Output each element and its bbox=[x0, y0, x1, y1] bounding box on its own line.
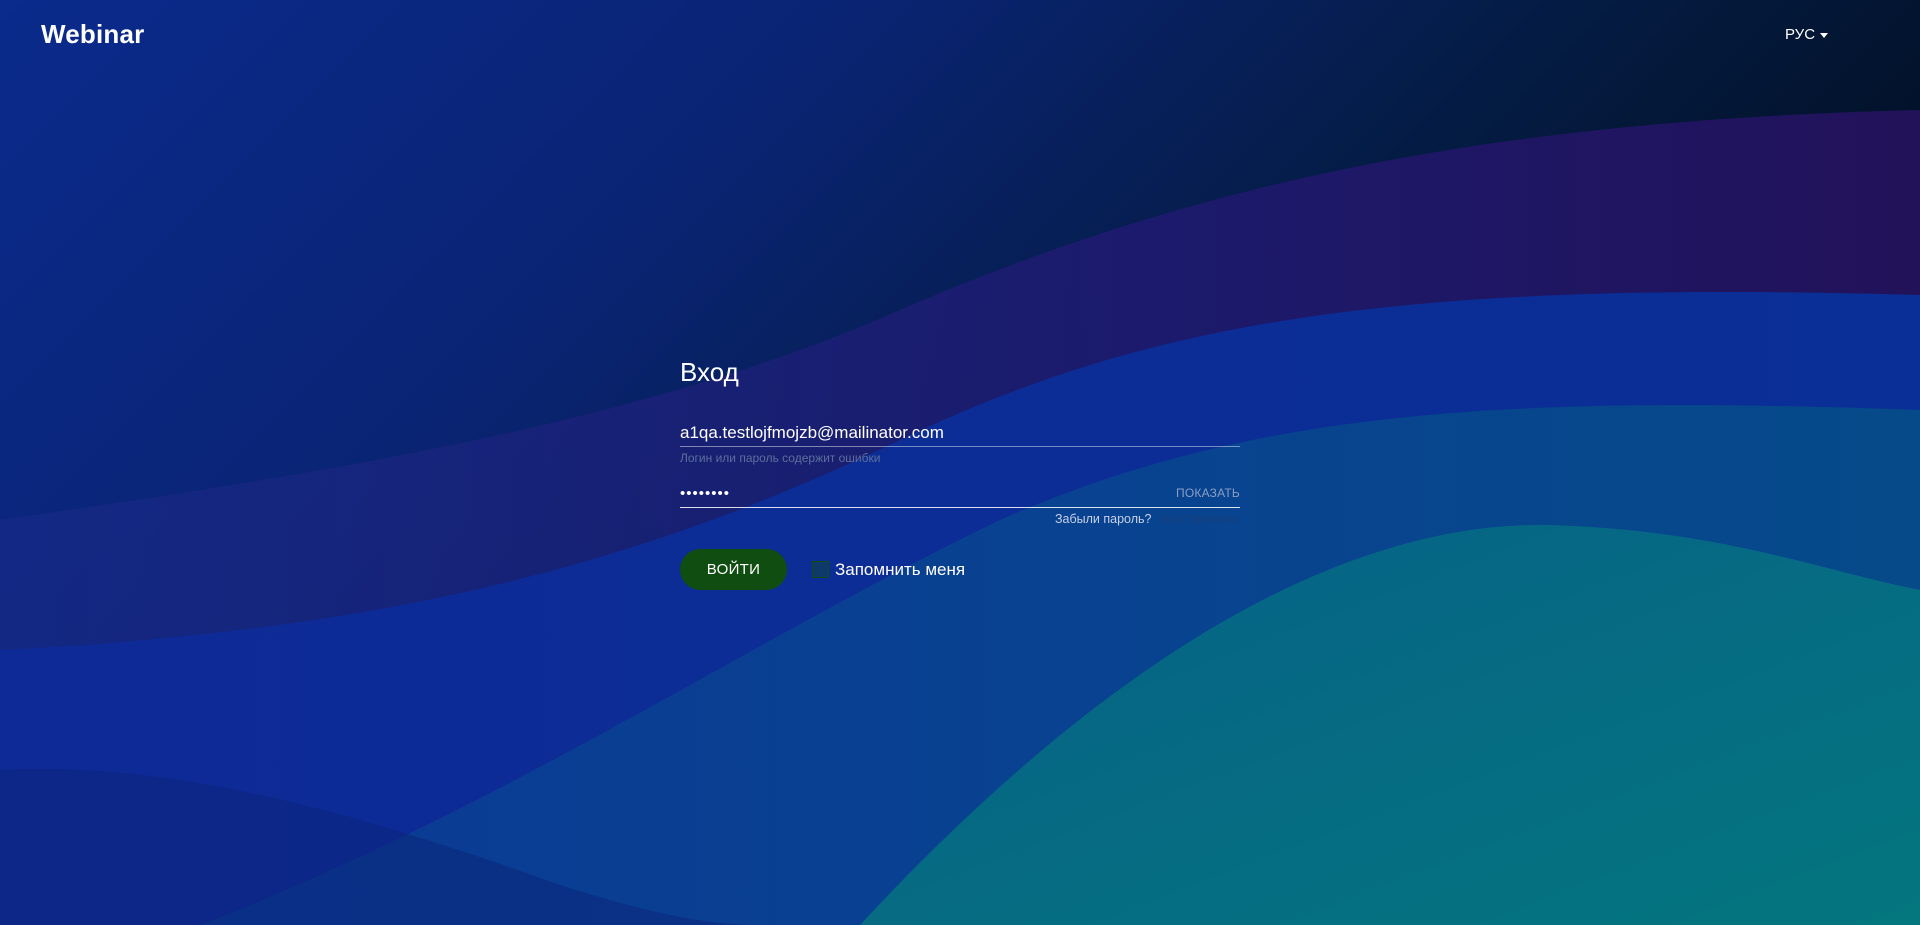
login-button[interactable]: ВОЙТИ bbox=[680, 549, 787, 590]
app-logo[interactable]: Webinar bbox=[41, 19, 145, 50]
login-actions: ВОЙТИ Запомнить меня bbox=[680, 549, 1240, 590]
error-message: Логин или пароль содержит ошибки bbox=[680, 451, 881, 465]
language-selector[interactable]: РУС bbox=[1785, 26, 1829, 43]
remember-me-label: Запомнить меня bbox=[835, 559, 966, 579]
password-field[interactable] bbox=[680, 480, 1240, 507]
forgot-password-link[interactable]: Восстановить bbox=[1160, 512, 1240, 526]
email-field-wrapper bbox=[680, 419, 1240, 447]
remember-me[interactable]: Запомнить меня bbox=[812, 560, 965, 580]
email-field[interactable] bbox=[680, 419, 1240, 446]
language-label: РУС bbox=[1785, 26, 1816, 43]
show-password-button[interactable]: ПОКАЗАТЬ bbox=[1176, 486, 1240, 500]
remember-me-checkbox[interactable] bbox=[812, 561, 829, 578]
login-title: Вход bbox=[680, 357, 739, 387]
login-form: Вход Логин или пароль содержит ошибки ПО… bbox=[680, 355, 1240, 590]
chevron-down-icon bbox=[1820, 32, 1829, 38]
password-field-wrapper: ПОКАЗАТЬ bbox=[680, 480, 1240, 508]
forgot-password-row: Забыли пароль? Восстановить bbox=[680, 511, 1240, 527]
forgot-password-label: Забыли пароль? bbox=[1054, 512, 1152, 526]
